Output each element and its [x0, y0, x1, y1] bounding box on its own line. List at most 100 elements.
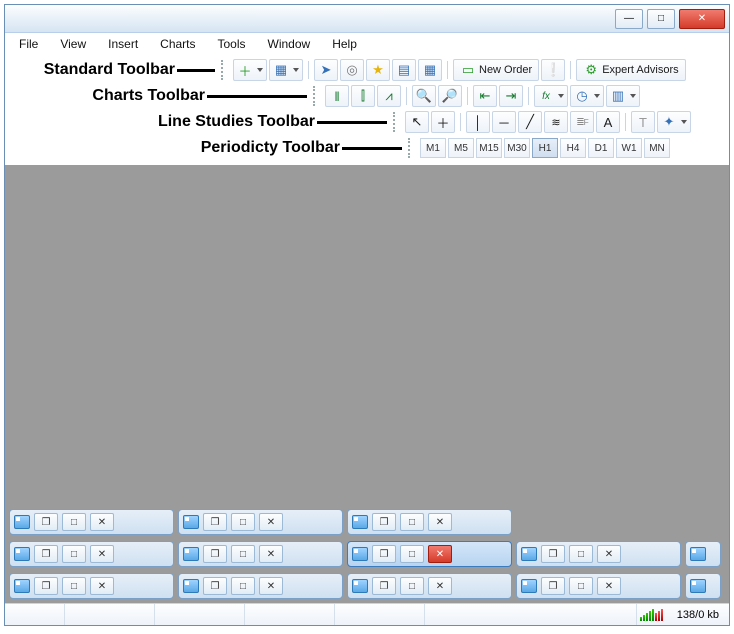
mdi-restore-button[interactable]: ❐ [203, 513, 227, 531]
menu-window[interactable]: Window [264, 35, 315, 53]
equid-button[interactable]: ≣F [570, 111, 594, 133]
mdi-window[interactable]: ❐ □ ✕ [516, 573, 681, 599]
mdi-close-button[interactable]: ✕ [259, 545, 283, 563]
mdi-window[interactable]: ❐ □ ✕ [178, 573, 343, 599]
toolbar-grip[interactable] [221, 60, 227, 80]
chart-shift-button[interactable]: ⇥ [499, 85, 523, 107]
mdi-maximize-button[interactable]: □ [62, 513, 86, 531]
mdi-restore-button[interactable]: ❐ [372, 545, 396, 563]
zoom-out-button[interactable]: 🔎 [438, 85, 462, 107]
mdi-window[interactable]: ❐ □ ✕ [9, 509, 174, 535]
metaeditor-button[interactable]: ❕ [541, 59, 565, 81]
new-order-button[interactable]: ▭ New Order [453, 59, 539, 81]
mdi-close-button[interactable]: ✕ [259, 577, 283, 595]
maximize-button[interactable]: □ [647, 9, 675, 29]
menu-view[interactable]: View [56, 35, 90, 53]
mdi-restore-button[interactable]: ❐ [34, 545, 58, 563]
mdi-close-button[interactable]: ✕ [428, 513, 452, 531]
mdi-maximize-button[interactable]: □ [62, 577, 86, 595]
menu-tools[interactable]: Tools [214, 35, 250, 53]
strategy-tester-button[interactable]: ▦ [418, 59, 442, 81]
mdi-restore-button[interactable]: ❐ [541, 545, 565, 563]
mdi-window[interactable]: ❐ □ ✕ [347, 509, 512, 535]
period-m5[interactable]: M5 [448, 138, 474, 158]
mdi-maximize-button[interactable]: □ [231, 577, 255, 595]
mdi-restore-button[interactable]: ❐ [203, 545, 227, 563]
period-m15[interactable]: M15 [476, 138, 502, 158]
mdi-close-button[interactable]: ✕ [90, 545, 114, 563]
toolbar-grip[interactable] [313, 86, 319, 106]
crosshair-button[interactable]: ＋ [431, 111, 455, 133]
mdi-close-button[interactable]: ✕ [259, 513, 283, 531]
vline-button[interactable]: │ [466, 111, 490, 133]
trendline-button[interactable]: ╱ [518, 111, 542, 133]
hline-button[interactable]: ─ [492, 111, 516, 133]
mdi-close-button[interactable]: ✕ [597, 577, 621, 595]
mdi-restore-button[interactable]: ❐ [541, 577, 565, 595]
mdi-restore-button[interactable]: ❐ [203, 577, 227, 595]
mdi-maximize-button[interactable]: □ [569, 545, 593, 563]
mdi-maximize-button[interactable]: □ [569, 577, 593, 595]
data-window-button[interactable]: ◎ [340, 59, 364, 81]
mdi-window[interactable]: ❐ □ ✕ [516, 541, 681, 567]
menu-insert[interactable]: Insert [104, 35, 142, 53]
menu-charts[interactable]: Charts [156, 35, 199, 53]
mdi-maximize-button[interactable]: □ [231, 513, 255, 531]
mdi-restore-button[interactable]: ❐ [372, 513, 396, 531]
period-d1[interactable]: D1 [588, 138, 614, 158]
cursor-button[interactable]: ↖ [405, 111, 429, 133]
templates-button[interactable]: ▥ [606, 85, 640, 107]
mdi-maximize-button[interactable]: □ [400, 577, 424, 595]
mdi-restore-button[interactable]: ❐ [372, 577, 396, 595]
profiles-button[interactable]: ▦ [269, 59, 303, 81]
mdi-close-button[interactable]: ✕ [90, 513, 114, 531]
mdi-window[interactable]: ❐ □ ✕ [178, 509, 343, 535]
mdi-maximize-button[interactable]: □ [231, 545, 255, 563]
label-button[interactable]: T [631, 111, 655, 133]
mdi-close-button[interactable]: ✕ [428, 577, 452, 595]
mdi-window-active[interactable]: ❐ □ ✕ [347, 541, 512, 567]
toolbar-grip[interactable] [393, 112, 399, 132]
period-m30[interactable]: M30 [504, 138, 530, 158]
mdi-window[interactable]: ❐ □ ✕ [9, 541, 174, 567]
period-h4[interactable]: H4 [560, 138, 586, 158]
mdi-restore-button[interactable]: ❐ [34, 577, 58, 595]
close-button[interactable]: ✕ [679, 9, 725, 29]
mdi-window[interactable]: ❐ □ ✕ [347, 573, 512, 599]
mdi-window[interactable] [685, 541, 721, 567]
mdi-close-button[interactable]: ✕ [597, 545, 621, 563]
mdi-restore-button[interactable]: ❐ [34, 513, 58, 531]
minimize-button[interactable]: — [615, 9, 643, 29]
period-m1[interactable]: M1 [420, 138, 446, 158]
indicators-button[interactable]: fx [534, 85, 568, 107]
toolbar-grip[interactable] [408, 138, 414, 158]
market-watch-button[interactable]: ➤ [314, 59, 338, 81]
periods-button[interactable]: ◷ [570, 85, 604, 107]
mdi-close-button[interactable]: ✕ [428, 545, 452, 563]
mdi-window[interactable] [685, 573, 721, 599]
period-mn[interactable]: MN [644, 138, 670, 158]
menu-file[interactable]: File [15, 35, 42, 53]
mdi-close-button[interactable]: ✕ [90, 577, 114, 595]
fibo-button[interactable]: ≋ [544, 111, 568, 133]
objects-button[interactable]: ✦ [657, 111, 691, 133]
bar-chart-button[interactable]: ‖ [325, 85, 349, 107]
period-h1[interactable]: H1 [532, 138, 558, 158]
terminal-button[interactable]: ▤ [392, 59, 416, 81]
mdi-maximize-button[interactable]: □ [400, 513, 424, 531]
auto-scroll-button[interactable]: ⇤ [473, 85, 497, 107]
period-w1[interactable]: W1 [616, 138, 642, 158]
text-button[interactable]: A [596, 111, 620, 133]
mdi-maximize-button[interactable]: □ [400, 545, 424, 563]
navigator-button[interactable]: ★ [366, 59, 390, 81]
menu-help[interactable]: Help [328, 35, 361, 53]
expert-advisors-button[interactable]: ⚙ Expert Advisors [576, 59, 685, 81]
zoom-in-button[interactable]: 🔍 [412, 85, 436, 107]
mdi-window[interactable]: ❐ □ ✕ [178, 541, 343, 567]
mdi-window[interactable]: ❐ □ ✕ [9, 573, 174, 599]
line-chart-button[interactable]: ⩘ [377, 85, 401, 107]
new-chart-button[interactable]: ＋ [233, 59, 267, 81]
candle-chart-button[interactable]: ⫿ [351, 85, 375, 107]
separator [467, 87, 468, 105]
mdi-maximize-button[interactable]: □ [62, 545, 86, 563]
